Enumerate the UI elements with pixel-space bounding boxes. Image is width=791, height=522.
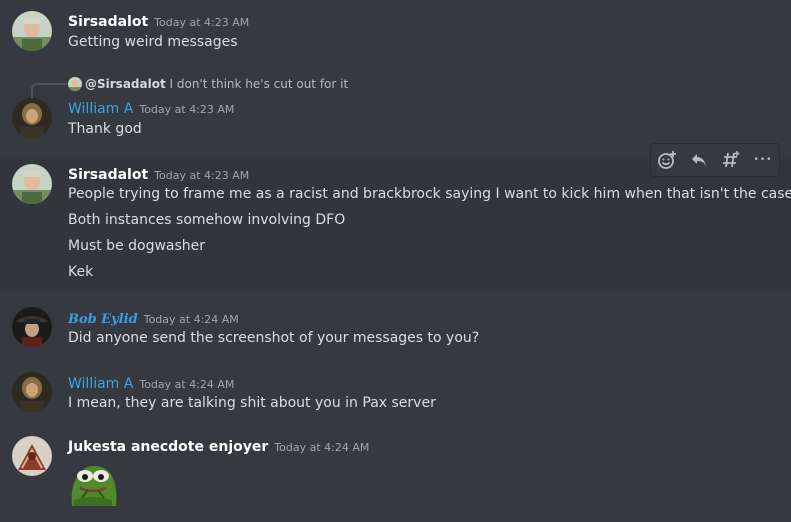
- avatar[interactable]: [12, 436, 52, 476]
- message-group: Bob Eylid Today at 4:24 AM Did anyone sen…: [0, 296, 791, 356]
- message-group: Sirsadalot Today at 4:23 AM People trying…: [0, 159, 791, 289]
- timestamp: Today at 4:23 AM: [154, 16, 250, 29]
- message-text: Did anyone send the screenshot of your m…: [68, 330, 480, 346]
- username[interactable]: Bob Eylid: [68, 312, 138, 327]
- message-text: Thank god: [68, 121, 142, 137]
- timestamp: Today at 4:24 AM: [143, 313, 239, 326]
- message-text: People trying to frame me as a racist an…: [68, 186, 791, 202]
- message-header: Bob Eylid Today at 4:24 AM: [68, 308, 239, 327]
- message-text: I mean, they are talking shit about you …: [68, 395, 436, 411]
- create-thread-icon[interactable]: [715, 144, 747, 176]
- message-header: Jukesta anecdote enjoyer Today at 4:24 AM: [68, 436, 369, 455]
- avatar[interactable]: [12, 98, 52, 138]
- message-actions-toolbar: •••: [650, 143, 780, 177]
- message-header: William A Today at 4:24 AM: [68, 373, 234, 392]
- username[interactable]: Jukesta anecdote enjoyer: [68, 439, 268, 455]
- timestamp: Today at 4:24 AM: [274, 441, 370, 454]
- reply-icon[interactable]: [683, 144, 715, 176]
- reply-text: I don't think he's cut out for it: [169, 77, 349, 91]
- reply-mention: @Sirsadalot: [85, 77, 166, 91]
- pepe-sticker[interactable]: [68, 460, 118, 506]
- timestamp: Today at 4:24 AM: [139, 378, 235, 391]
- message-header: William A Today at 4:23 AM: [68, 98, 234, 117]
- message-text: Getting weird messages: [68, 34, 238, 50]
- message-header: Sirsadalot Today at 4:23 AM: [68, 164, 249, 183]
- message-header: Sirsadalot Today at 4:23 AM: [68, 11, 249, 30]
- username[interactable]: William A: [68, 376, 133, 392]
- reply-preview[interactable]: @Sirsadalot I don't think he's cut out f…: [68, 77, 348, 91]
- more-icon[interactable]: •••: [747, 144, 779, 176]
- timestamp: Today at 4:23 AM: [139, 103, 235, 116]
- avatar[interactable]: [12, 372, 52, 412]
- message-text: Must be dogwasher: [68, 238, 206, 254]
- message-text: Both instances somehow involving DFO: [68, 212, 346, 228]
- timestamp: Today at 4:23 AM: [154, 169, 250, 182]
- message-group: Sirsadalot Today at 4:23 AM Getting weird…: [0, 0, 791, 64]
- message-group: Jukesta anecdote enjoyer Today at 4:24 AM: [0, 426, 791, 516]
- avatar[interactable]: [12, 11, 52, 51]
- avatar[interactable]: [12, 164, 52, 204]
- reply-avatar: [68, 77, 82, 91]
- username[interactable]: William A: [68, 101, 133, 117]
- chat-messages: Sirsadalot Today at 4:23 AM Getting weird…: [0, 0, 791, 522]
- username[interactable]: Sirsadalot: [68, 14, 148, 30]
- message-text: Kek: [68, 264, 94, 280]
- username[interactable]: Sirsadalot: [68, 167, 148, 183]
- message-group: @Sirsadalot I don't think he's cut out f…: [0, 70, 791, 148]
- add-reaction-icon[interactable]: [651, 144, 683, 176]
- avatar[interactable]: [12, 307, 52, 347]
- message-group: William A Today at 4:24 AM I mean, they a…: [0, 361, 791, 421]
- reply-spine: [31, 83, 67, 99]
